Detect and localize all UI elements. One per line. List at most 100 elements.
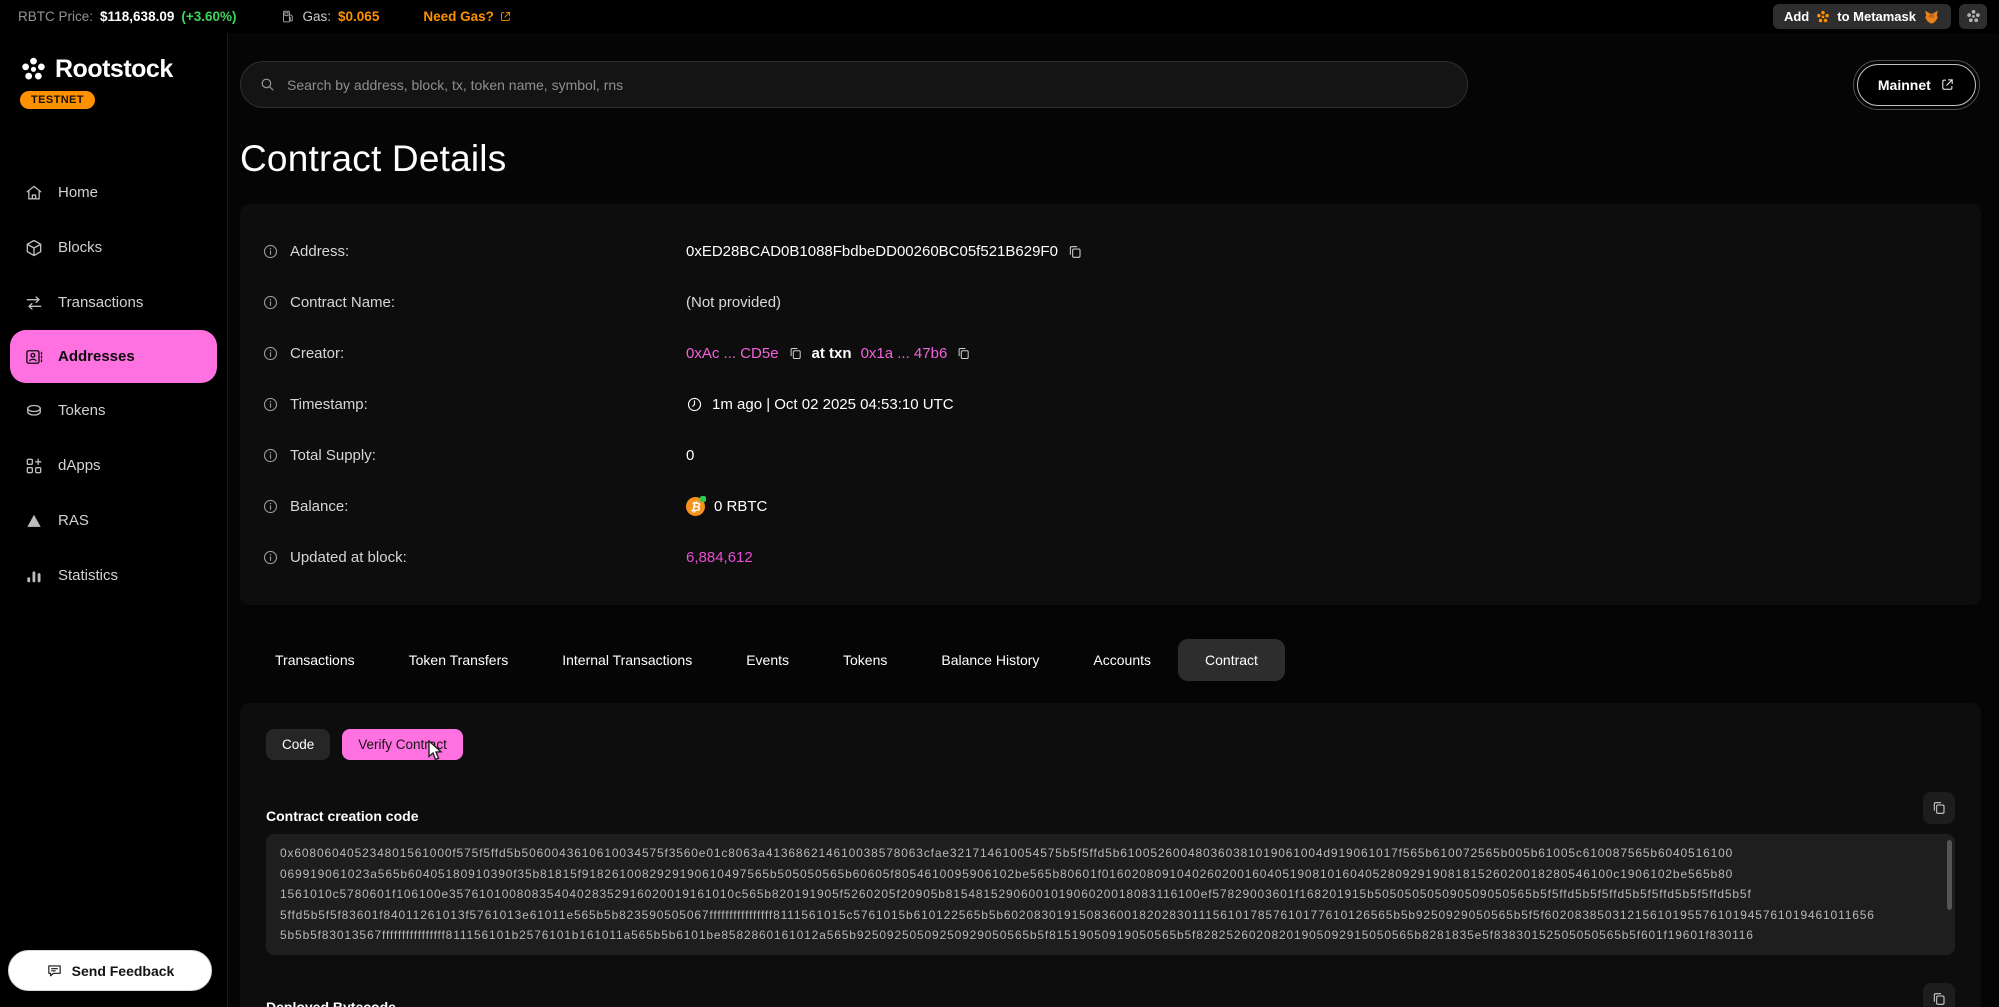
gas-group: Gas: $0.065 — [281, 9, 380, 24]
price-group: RBTC Price: $118,638.09 (+3.60%) — [18, 9, 237, 24]
creation-code-line: 1561010c5780601f106100e35761010080835404… — [280, 884, 1939, 905]
search-bar[interactable] — [240, 61, 1468, 108]
copy-icon[interactable] — [1067, 244, 1083, 260]
rootstock-logo-icon — [20, 56, 47, 83]
copy-bytecode-button[interactable] — [1923, 983, 1955, 1007]
home-icon — [24, 183, 44, 203]
topbar-actions: Add to Metamask — [1773, 4, 1987, 29]
coin-icon — [24, 401, 44, 421]
need-gas-link[interactable]: Need Gas? — [423, 9, 512, 24]
tab-internal-transactions[interactable]: Internal Transactions — [535, 640, 719, 680]
copy-icon[interactable] — [956, 346, 971, 361]
brand-name: Rootstock — [55, 55, 173, 84]
creation-code-line: 5b5b5f83013567ffffffffffffffff811156101b… — [280, 925, 1939, 946]
metamask-fox-icon — [1923, 9, 1940, 25]
cube-icon — [24, 238, 44, 258]
at-txn-label: at txn — [812, 345, 852, 362]
address-tabs: Transactions Token Transfers Internal Tr… — [248, 639, 1981, 681]
sidebar-nav: Home Blocks Transactions Addresses — [0, 165, 227, 603]
external-link-icon — [1940, 77, 1955, 92]
sidebar-item-label: Addresses — [58, 348, 135, 365]
bar-chart-icon — [24, 566, 44, 586]
tab-events[interactable]: Events — [719, 640, 816, 680]
info-icon — [262, 447, 279, 464]
sidebar-item-label: RAS — [58, 512, 89, 529]
rootstock-mono-icon — [1966, 9, 1981, 24]
sidebar-item-addresses[interactable]: Addresses — [10, 330, 217, 383]
dapps-grid-icon — [24, 456, 44, 476]
main-content: Mainnet Contract Details Address: 0xED28… — [228, 33, 1999, 1007]
rootstock-token-icon — [1816, 10, 1830, 24]
sidebar-item-transactions[interactable]: Transactions — [0, 275, 227, 330]
feedback-chat-icon — [46, 962, 63, 979]
detail-row-updated-block: Updated at block: 6,884,612 — [262, 532, 1959, 583]
sidebar-item-dapps[interactable]: dApps — [0, 438, 227, 493]
detail-row-balance: Balance: ₿ 0 RBTC — [262, 481, 1959, 532]
timestamp-label: Timestamp: — [290, 396, 368, 413]
tab-balance-history[interactable]: Balance History — [914, 640, 1066, 680]
code-scrollbar[interactable] — [1947, 840, 1952, 910]
creation-code-line: 0x608060405234801561000f575f5ffd5b506004… — [280, 843, 1939, 864]
creator-address-link[interactable]: 0xAc ... CD5e — [686, 345, 779, 362]
brand-logo[interactable]: Rootstock — [0, 33, 227, 84]
triangle-icon — [24, 511, 44, 531]
code-subtab-button[interactable]: Code — [266, 729, 330, 760]
sidebar-item-blocks[interactable]: Blocks — [0, 220, 227, 275]
detail-row-creator: Creator: 0xAc ... CD5e at txn 0x1a ... 4… — [262, 328, 1959, 379]
balance-value: 0 RBTC — [714, 498, 767, 515]
external-link-icon — [499, 10, 512, 23]
sidebar-item-ras[interactable]: RAS — [0, 493, 227, 548]
total-supply-label: Total Supply: — [290, 447, 376, 464]
creation-code-box[interactable]: 0x608060405234801561000f575f5ffd5b506004… — [266, 834, 1955, 955]
search-row: Mainnet — [240, 61, 1981, 108]
theme-toggle-button[interactable] — [1959, 4, 1987, 29]
detail-row-timestamp: Timestamp: 1m ago | Oct 02 2025 04:53:10… — [262, 379, 1959, 430]
clock-icon — [686, 396, 703, 413]
creator-label: Creator: — [290, 345, 344, 362]
gas-label: Gas: — [303, 9, 332, 24]
tab-contract[interactable]: Contract — [1178, 639, 1285, 681]
sidebar-item-label: Blocks — [58, 239, 102, 256]
detail-row-address: Address: 0xED28BCAD0B1088FbdbeDD00260BC0… — [262, 226, 1959, 277]
balance-label: Balance: — [290, 498, 348, 515]
transfer-arrows-icon — [24, 293, 44, 313]
rbtc-price-change: (+3.60%) — [181, 9, 236, 24]
info-icon — [262, 345, 279, 362]
rbtc-coin-icon: ₿ — [686, 497, 705, 516]
contract-name-value: (Not provided) — [686, 294, 781, 311]
sidebar-item-label: dApps — [58, 457, 101, 474]
info-icon — [262, 243, 279, 260]
deployed-bytecode-label: Deployed Bytecode — [266, 999, 396, 1007]
rbtc-price-label: RBTC Price: — [18, 9, 93, 24]
verify-contract-button[interactable]: Verify Contract — [342, 729, 463, 760]
gas-pump-icon — [281, 9, 296, 24]
tab-accounts[interactable]: Accounts — [1066, 640, 1178, 680]
to-metamask-label: to Metamask — [1837, 9, 1916, 24]
total-supply-value: 0 — [686, 447, 694, 464]
updated-block-label: Updated at block: — [290, 549, 407, 566]
sidebar-item-home[interactable]: Home — [0, 165, 227, 220]
contact-card-icon — [24, 347, 44, 367]
info-icon — [262, 549, 279, 566]
creation-txn-link[interactable]: 0x1a ... 47b6 — [861, 345, 948, 362]
add-to-metamask-button[interactable]: Add to Metamask — [1773, 4, 1951, 29]
address-label: Address: — [290, 243, 349, 260]
send-feedback-button[interactable]: Send Feedback — [8, 950, 212, 991]
updated-block-link[interactable]: 6,884,612 — [686, 549, 753, 566]
tab-tokens[interactable]: Tokens — [816, 640, 914, 680]
sidebar-item-tokens[interactable]: Tokens — [0, 383, 227, 438]
copy-creation-code-button[interactable] — [1923, 792, 1955, 824]
gas-value: $0.065 — [338, 9, 379, 24]
tab-transactions[interactable]: Transactions — [248, 640, 382, 680]
tab-token-transfers[interactable]: Token Transfers — [382, 640, 536, 680]
rbtc-price-value: $118,638.09 — [100, 9, 174, 24]
feedback-label: Send Feedback — [72, 963, 175, 979]
search-input[interactable] — [287, 77, 1449, 93]
info-icon — [262, 498, 279, 515]
need-gas-label: Need Gas? — [423, 9, 494, 24]
info-icon — [262, 294, 279, 311]
copy-icon[interactable] — [788, 346, 803, 361]
mainnet-switch-button[interactable]: Mainnet — [1857, 64, 1976, 106]
sidebar-item-statistics[interactable]: Statistics — [0, 548, 227, 603]
sidebar: Rootstock TESTNET Home Blocks Transacti — [0, 33, 228, 1007]
